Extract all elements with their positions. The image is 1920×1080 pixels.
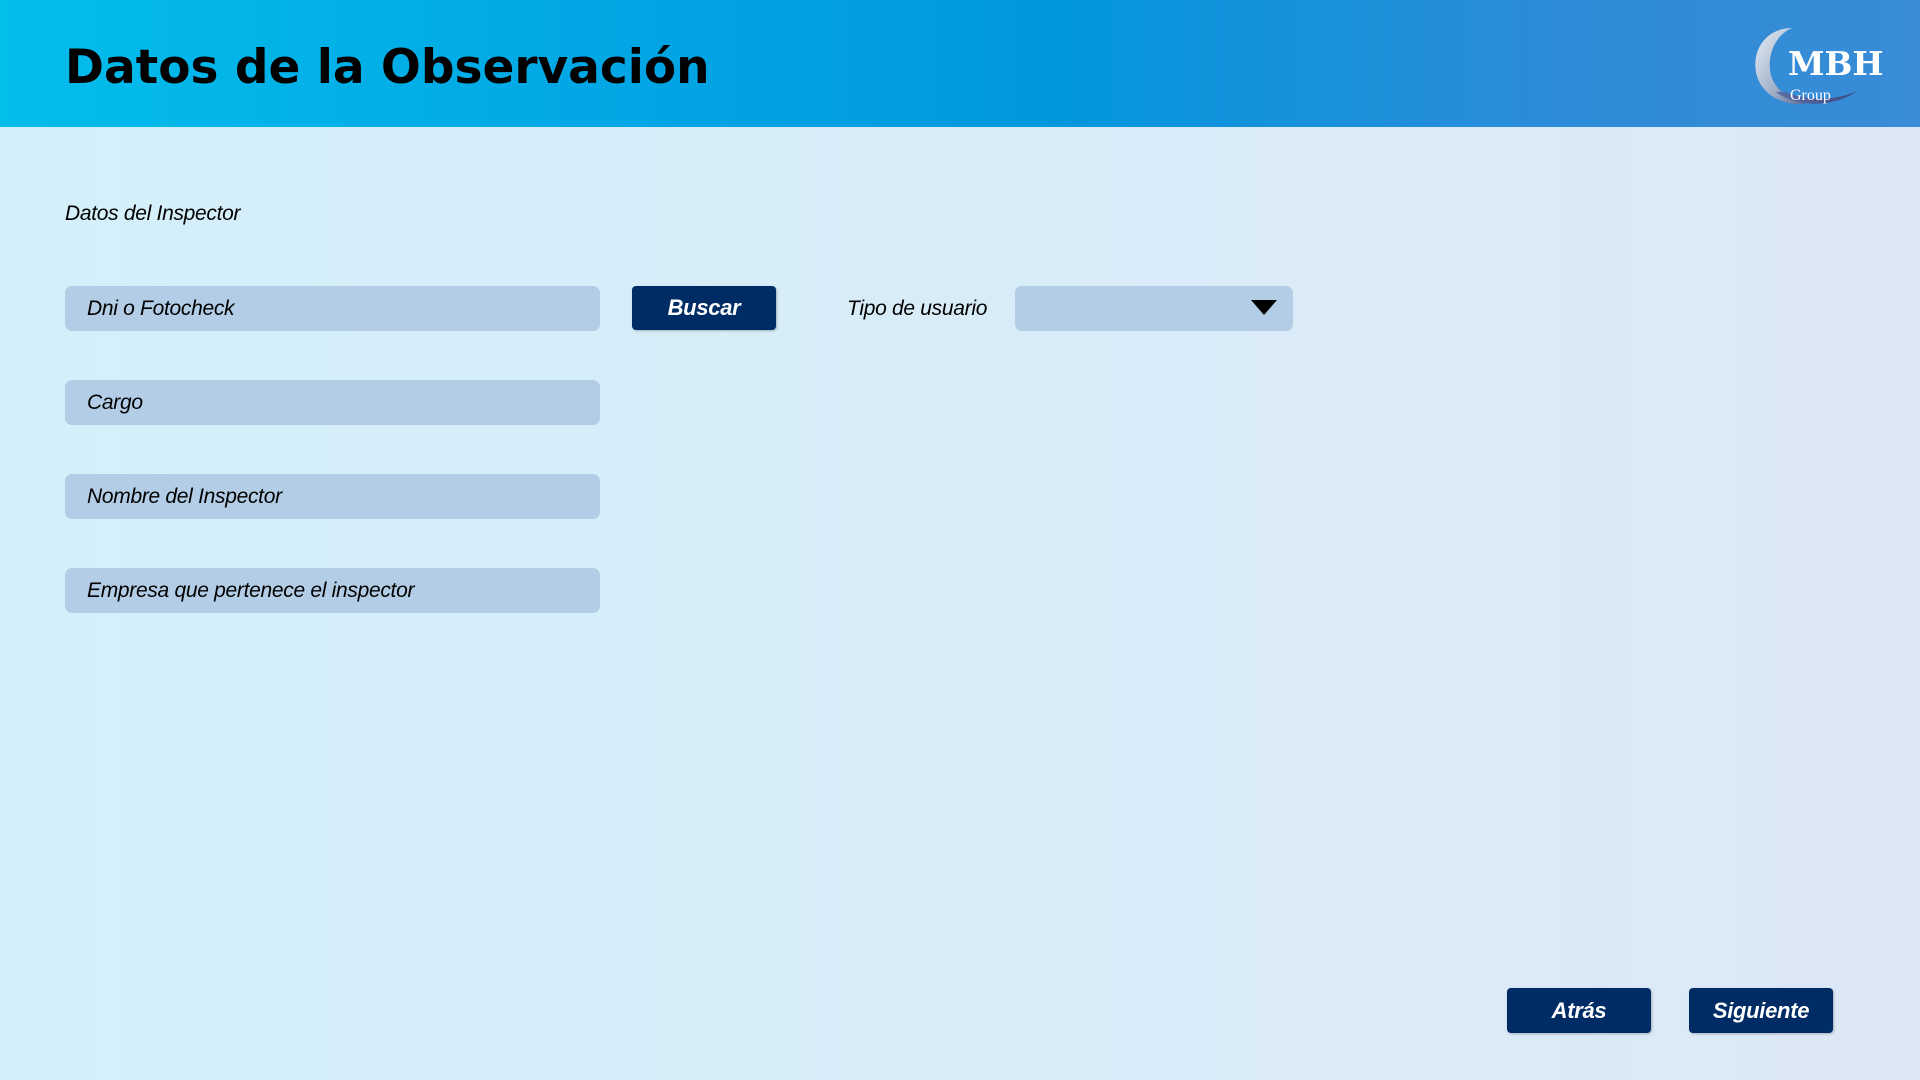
cargo-input-placeholder: Cargo [87, 390, 143, 414]
logo-text: MBH [1788, 44, 1884, 83]
chevron-down-icon [1251, 300, 1277, 315]
dni-input[interactable]: Dni o Fotocheck [65, 286, 600, 331]
next-button[interactable]: Siguiente [1689, 988, 1833, 1033]
cargo-input[interactable]: Cargo [65, 380, 600, 425]
search-button[interactable]: Buscar [632, 286, 776, 330]
logo-subtext: Group [1790, 87, 1831, 104]
back-button[interactable]: Atrás [1507, 988, 1651, 1033]
header-bar: Datos de la Observación MBH Group [0, 0, 1920, 127]
page-title: Datos de la Observación [65, 40, 710, 95]
user-type-select[interactable] [1015, 286, 1293, 331]
user-type-label: Tipo de usuario [847, 297, 988, 320]
inspector-company-input-placeholder: Empresa que pertenece el inspector [87, 578, 415, 602]
inspector-company-input[interactable]: Empresa que pertenece el inspector [65, 568, 600, 613]
inspector-name-input-placeholder: Nombre del Inspector [87, 484, 282, 508]
dni-input-placeholder: Dni o Fotocheck [87, 296, 235, 320]
section-label-inspector: Datos del Inspector [65, 202, 241, 225]
mbh-logo: MBH Group [1746, 22, 1896, 112]
inspector-name-input[interactable]: Nombre del Inspector [65, 474, 600, 519]
